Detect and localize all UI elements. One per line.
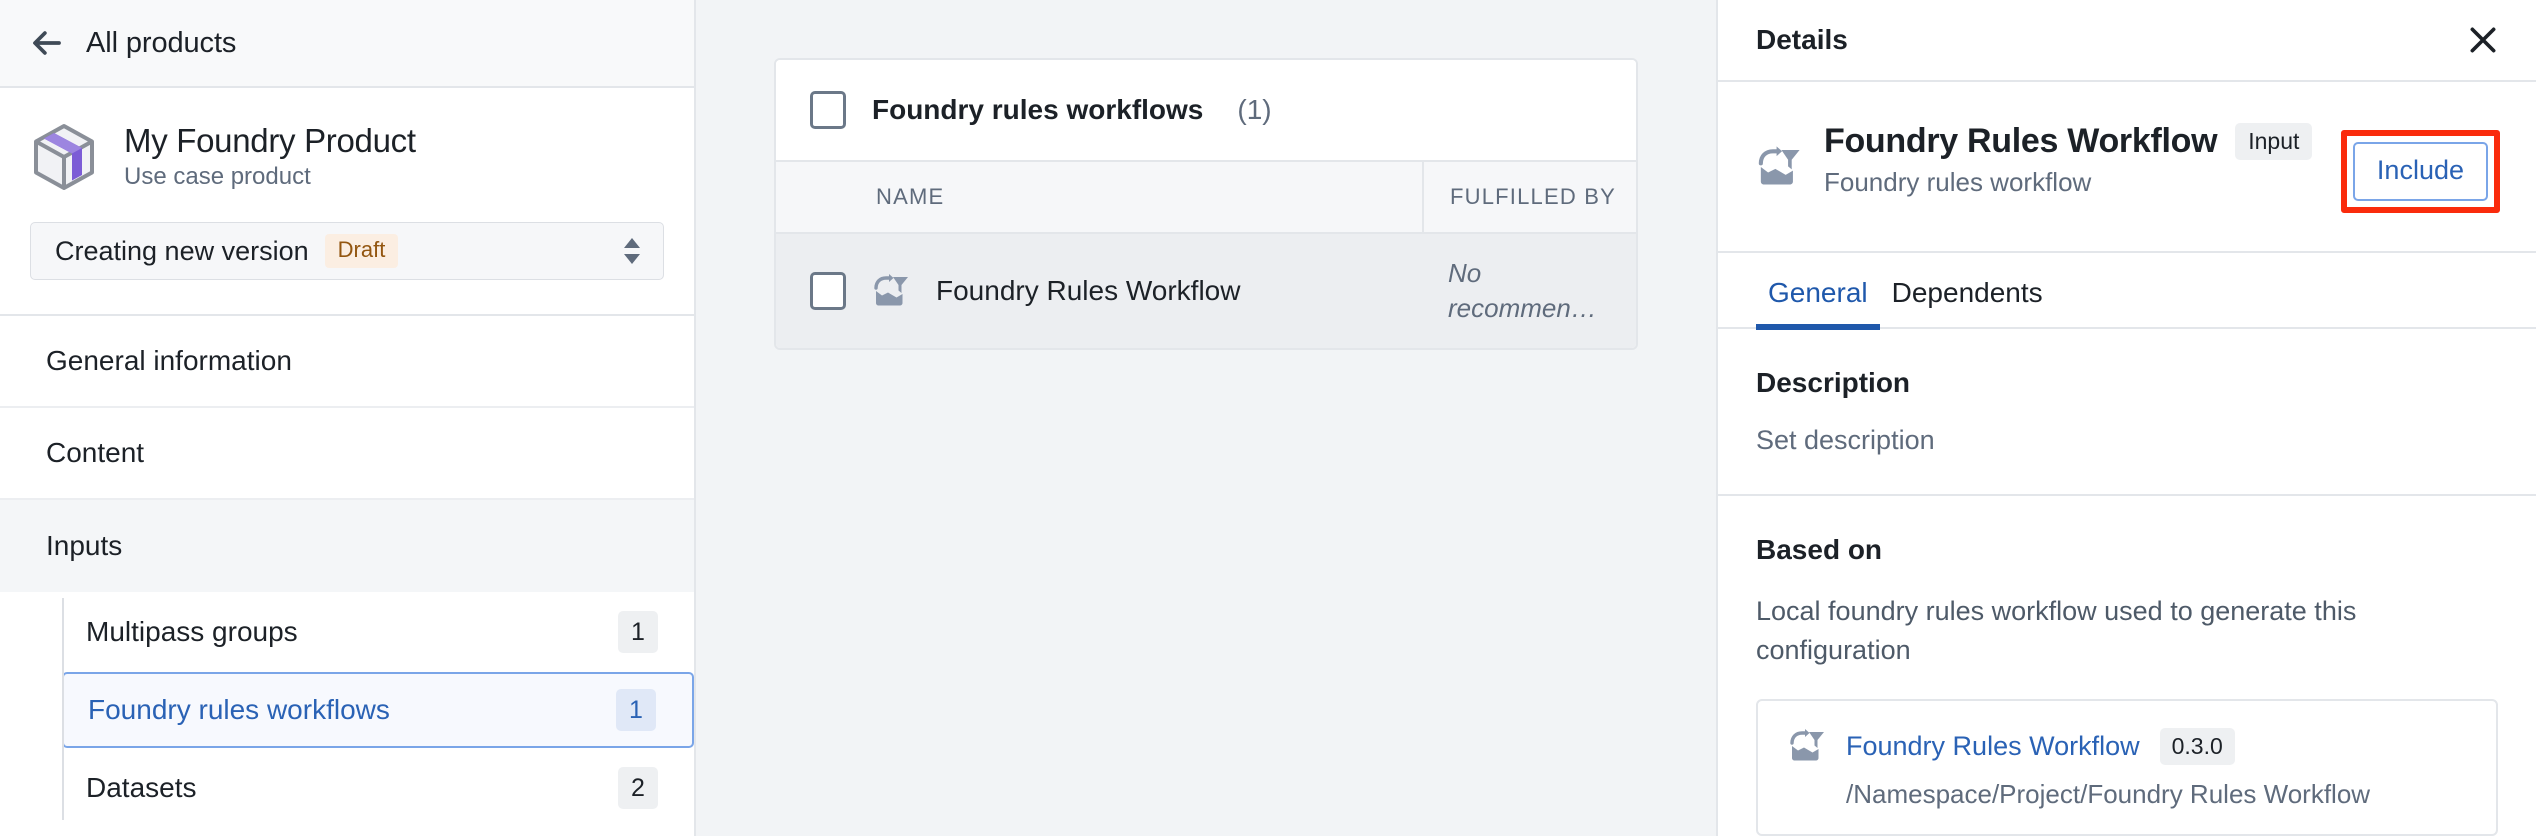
row-title: Foundry Rules Workflow [936,275,1241,306]
sidebar-item-general-information[interactable]: General information [0,316,694,408]
based-on-card[interactable]: Foundry Rules Workflow 0.3.0 /Namespace/… [1756,699,2498,836]
based-on-item-name[interactable]: Foundry Rules Workflow [1846,731,2140,762]
description-section: Description Set description [1718,329,2536,497]
sidebar-subitem-label: Multipass groups [86,616,298,647]
sidebar-item-content[interactable]: Content [0,408,694,500]
sidebar-subitem-label: Datasets [86,772,197,803]
entity-subtitle: Foundry rules workflow [1824,166,2092,197]
back-arrow-icon [33,31,61,55]
sidebar-subitem-label: Foundry rules workflows [88,694,390,725]
sidebar-item-foundry-rules-workflows[interactable]: Foundry rules workflows 1 [62,672,694,748]
entity-title-row: Foundry Rules Workflow Input [1824,121,2313,161]
product-header: My Foundry Product Use case product Crea… [0,88,694,280]
sidebar-item-inputs[interactable]: Inputs [0,500,694,592]
details-tabs: General Dependents [1718,253,2536,331]
set-description-link[interactable]: Set description [1756,425,2498,456]
tab-label: General [1768,277,1868,309]
back-label: All products [86,26,237,59]
row-name-cell: Foundry Rules Workflow [776,272,1422,310]
version-label: Creating new version [55,235,309,266]
cube-package-icon [34,124,94,190]
include-button[interactable]: Include [2352,141,2488,201]
card-title: Foundry rules workflows [872,94,1204,125]
description-heading: Description [1756,367,1911,399]
version-selector[interactable]: Creating new version Draft [30,222,664,280]
based-on-section: Based on Local foundry rules workflow us… [1718,496,2536,836]
sidebar-subitems: Multipass groups 1 Foundry rules workflo… [0,592,694,828]
details-panel-header: Details [1718,0,2536,82]
sidebar-item-label: Content [46,437,145,468]
chevron-updown-icon [624,238,640,264]
based-on-item-path: /Namespace/Project/Foundry Rules Workflo… [1846,779,2371,809]
table-row[interactable]: Foundry Rules Workflow No recommen… [776,234,1636,348]
table-header-row: NAME FULFILLED BY [776,161,1636,234]
center-content: Foundry rules workflows (1) NAME FULFILL… [696,0,1716,836]
count-badge: 1 [616,689,656,731]
row-fulfilled-by: No recommen… [1448,257,1597,323]
based-on-heading: Based on [1756,534,1883,566]
entity-text-block: Foundry Rules Workflow Input Foundry rul… [1824,121,2313,198]
app-root: All products My Foundry Product Use case… [0,0,2536,836]
row-checkbox[interactable] [810,272,846,310]
foundry-rules-workflow-icon [1758,146,1800,185]
count-badge: 1 [618,611,658,653]
product-text-block: My Foundry Product Use case product [124,122,416,192]
count-badge: 2 [618,767,658,809]
based-on-item-row: Foundry Rules Workflow 0.3.0 [1788,727,2466,765]
sidebar-item-label: General information [46,345,292,376]
include-button-highlight: Include [2340,129,2500,213]
left-sidebar: All products My Foundry Product Use case… [0,0,696,836]
card-count: (1) [1237,94,1272,125]
product-identity: My Foundry Product Use case product [30,122,664,192]
foundry-rules-workflow-icon [1790,729,1824,761]
product-title: My Foundry Product [124,122,416,160]
sidebar-item-datasets[interactable]: Datasets 2 [62,748,694,828]
tab-label: Dependents [1891,277,2043,309]
back-to-all-products[interactable]: All products [0,0,694,88]
sidebar-item-multipass-groups[interactable]: Multipass groups 1 [62,592,694,672]
based-on-description: Local foundry rules workflow used to gen… [1756,596,2357,665]
entity-title: Foundry Rules Workflow [1824,121,2218,160]
card-header: Foundry rules workflows (1) [776,60,1636,162]
tab-dependents[interactable]: Dependents [1880,277,2055,327]
column-header-name: NAME [876,184,945,209]
tab-general[interactable]: General [1756,277,1880,331]
close-icon[interactable] [2466,23,2500,57]
product-subtitle: Use case product [124,163,311,191]
details-panel-title: Details [1756,23,1848,55]
sidebar-nav: General information Content Inputs Multi… [0,316,694,828]
select-all-checkbox[interactable] [810,91,846,129]
entity-header: Foundry Rules Workflow Input Foundry rul… [1718,82,2536,253]
version-badge: 0.3.0 [2159,727,2235,765]
details-panel: Details Foundry Rules Workflow Input Fou… [1716,0,2536,836]
foundry-rules-workflows-card: Foundry rules workflows (1) NAME FULFILL… [774,58,1638,350]
column-header-fulfilled-by: FULFILLED BY [1422,161,1636,233]
draft-status-badge: Draft [324,233,399,269]
sidebar-item-label: Inputs [46,530,123,561]
entity-type-badge: Input [2235,122,2313,160]
foundry-rules-workflow-icon [874,274,908,306]
